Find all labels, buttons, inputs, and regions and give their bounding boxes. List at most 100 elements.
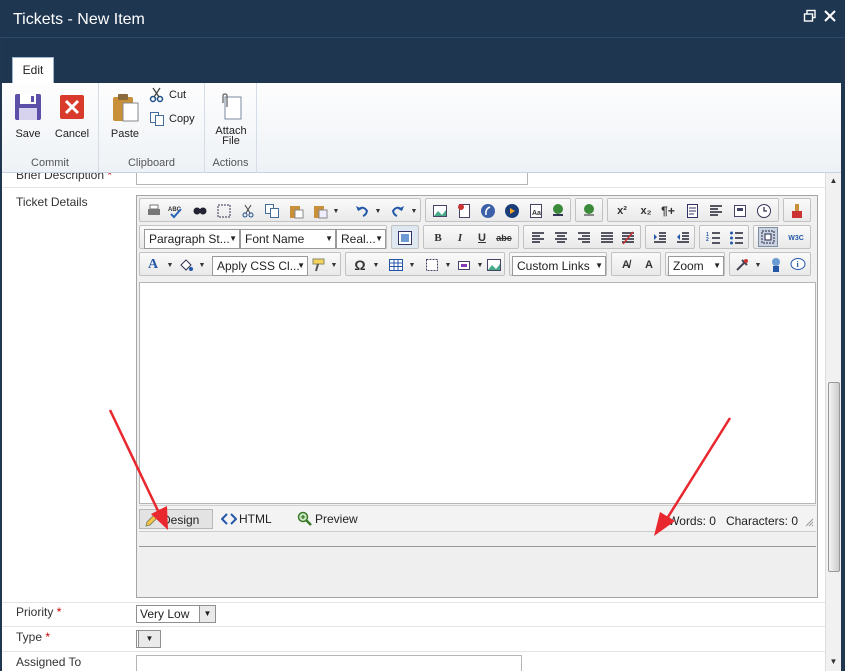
module-dropdown-icon[interactable]: ▼ — [750, 257, 766, 273]
resize-grip-icon[interactable] — [804, 516, 814, 527]
subscript-icon[interactable]: x₂ — [638, 203, 654, 219]
format-block-icon[interactable] — [708, 203, 724, 219]
justify-icon[interactable] — [599, 230, 615, 246]
insert-paragraph-icon[interactable] — [684, 203, 700, 219]
vertical-scrollbar[interactable]: ▲ ▼ — [825, 173, 841, 671]
save-button[interactable]: Save — [10, 91, 46, 140]
bold-icon[interactable]: B — [430, 230, 446, 246]
indent-icon[interactable] — [652, 230, 668, 246]
editor-content-area[interactable] — [139, 282, 816, 504]
format-stripper-icon[interactable] — [789, 203, 805, 219]
paragraph-style-dropdown[interactable]: Paragraph St... ▼ — [144, 229, 240, 249]
format-painter-icon[interactable] — [310, 257, 326, 273]
paste-button[interactable]: Paste — [107, 91, 143, 140]
zoom-dropdown[interactable]: Zoom ▼ — [668, 256, 724, 276]
toggle-screen-mode-icon[interactable] — [768, 257, 784, 273]
italic-icon[interactable]: I — [452, 230, 468, 246]
cut-icon[interactable] — [240, 203, 256, 219]
insert-date-icon[interactable] — [756, 203, 772, 219]
font-size-dropdown[interactable]: Real... ▼ — [336, 229, 386, 249]
underline-icon[interactable]: U — [474, 230, 490, 246]
fore-color-icon[interactable]: A — [145, 257, 161, 273]
paragraph-mark-icon[interactable]: ¶+ — [660, 203, 676, 219]
strikethrough-icon[interactable]: abc — [496, 230, 512, 246]
numbered-list-icon[interactable]: 12 — [706, 230, 722, 246]
paste-special-icon[interactable] — [312, 203, 328, 219]
symbol-dropdown-icon[interactable]: ▼ — [368, 257, 384, 273]
type-select[interactable]: ▼ — [136, 630, 161, 648]
convert-lower-icon[interactable]: A̸ — [618, 257, 634, 273]
assigned-to-input[interactable] — [136, 655, 522, 671]
remove-link-icon[interactable] — [581, 203, 597, 219]
omega-symbol-icon[interactable]: Ω — [352, 257, 368, 273]
font-name-dropdown[interactable]: Font Name ▼ — [240, 229, 336, 249]
preview-mode-button[interactable]: Preview — [293, 509, 369, 529]
commit-group: Save Cancel Commit — [2, 83, 99, 173]
outdent-icon[interactable] — [675, 230, 691, 246]
template-manager-icon[interactable]: Aa — [528, 203, 544, 219]
flash-manager-icon[interactable] — [480, 203, 496, 219]
restore-icon[interactable] — [802, 9, 818, 25]
insert-snippet-icon[interactable] — [424, 257, 440, 273]
cancel-button[interactable]: Cancel — [52, 91, 92, 140]
find-icon[interactable] — [192, 203, 208, 219]
close-icon[interactable] — [822, 9, 838, 25]
cut-button[interactable]: Cut — [149, 86, 186, 104]
copy-icon[interactable] — [264, 203, 280, 219]
remove-link-group — [575, 198, 603, 222]
align-right-icon[interactable] — [576, 230, 592, 246]
back-color-icon[interactable] — [178, 257, 194, 273]
hyperlink-manager-icon[interactable] — [550, 203, 566, 219]
image-map-icon[interactable] — [486, 257, 502, 273]
remove-alignment-icon[interactable] — [620, 230, 636, 246]
spellcheck-icon[interactable]: ABC — [168, 203, 184, 219]
list-group: 12 — [699, 225, 749, 249]
undo-icon[interactable] — [354, 203, 370, 219]
module-manager-icon[interactable] — [734, 257, 750, 273]
toggle-borders-icon[interactable] — [758, 227, 778, 247]
fore-color-dropdown-icon[interactable]: ▼ — [162, 257, 178, 273]
redo-icon[interactable] — [390, 203, 406, 219]
bulleted-list-icon[interactable] — [729, 230, 745, 246]
scroll-down-icon[interactable]: ▼ — [828, 657, 839, 668]
align-left-icon[interactable] — [530, 230, 546, 246]
about-dialog-icon[interactable]: i — [790, 257, 806, 273]
priority-select[interactable]: Very Low ▼ — [136, 605, 216, 623]
priority-row: Priority * Very Low ▼ — [2, 603, 825, 627]
paste-icon[interactable] — [288, 203, 304, 219]
design-mode-button[interactable]: Design — [139, 509, 213, 529]
paste-dropdown-icon[interactable]: ▼ — [328, 203, 344, 219]
table-wizard-icon[interactable] — [397, 230, 413, 246]
document-manager-icon[interactable] — [456, 203, 472, 219]
scroll-up-icon[interactable]: ▲ — [828, 176, 839, 187]
insert-table-icon[interactable] — [388, 257, 404, 273]
tab-edit[interactable]: Edit — [12, 57, 54, 83]
pencil-icon — [144, 512, 160, 528]
print-icon[interactable] — [146, 203, 162, 219]
undo-dropdown-icon[interactable]: ▼ — [370, 203, 386, 219]
select-all-icon[interactable] — [216, 203, 232, 219]
format-painter-dropdown-icon[interactable]: ▼ — [326, 257, 342, 273]
apply-css-class-dropdown[interactable]: Apply CSS Cl... ▼ — [212, 256, 308, 276]
back-color-dropdown-icon[interactable]: ▼ — [194, 257, 210, 273]
attach-file-button[interactable]: Attach File — [211, 93, 251, 147]
insert-form-element-icon[interactable] — [456, 257, 472, 273]
superscript-icon[interactable]: x² — [614, 203, 630, 219]
xhtml-validator-icon[interactable]: W3C — [788, 230, 804, 246]
form-element-icon[interactable] — [732, 203, 748, 219]
html-mode-button[interactable]: HTML — [217, 509, 281, 529]
priority-value: Very Low — [140, 607, 190, 621]
scroll-thumb[interactable] — [828, 382, 840, 572]
custom-links-dropdown[interactable]: Custom Links ▼ — [512, 256, 606, 276]
brief-description-input[interactable] — [136, 173, 528, 185]
image-manager-icon[interactable] — [432, 203, 448, 219]
redo-dropdown-icon[interactable]: ▼ — [406, 203, 422, 219]
clipboard-group: Paste Cut Copy Clipboard — [99, 83, 205, 173]
convert-upper-icon[interactable]: A — [641, 257, 657, 273]
align-center-icon[interactable] — [553, 230, 569, 246]
table-dropdown-icon[interactable]: ▼ — [404, 257, 420, 273]
snippet-dropdown-icon[interactable]: ▼ — [440, 257, 456, 273]
editor-toolbar-row-2: Paragraph St... ▼ Font Name ▼ Real... ▼ B I… — [139, 224, 815, 249]
media-manager-icon[interactable] — [504, 203, 520, 219]
copy-button[interactable]: Copy — [149, 110, 195, 128]
